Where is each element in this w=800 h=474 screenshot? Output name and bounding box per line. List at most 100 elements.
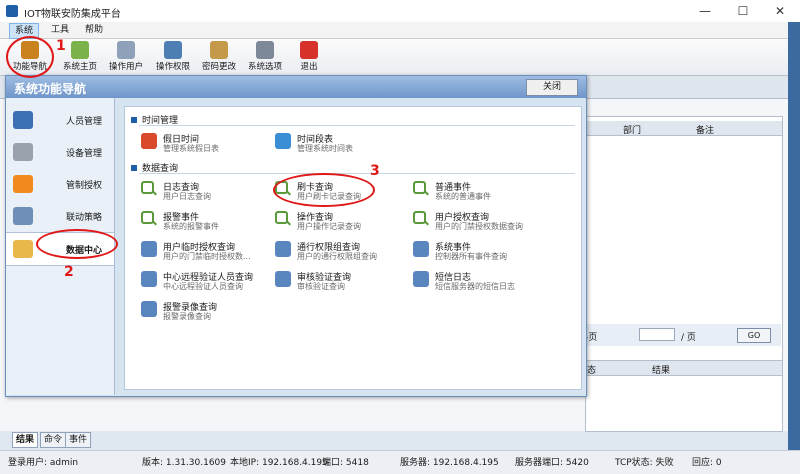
tools-icon <box>256 41 274 59</box>
status-server: 服务器: 192.168.4.195 <box>400 458 499 468</box>
annotation-circle-3 <box>273 173 375 207</box>
permission-label: 操作权限 <box>155 62 190 72</box>
query-item[interactable]: 短信日志 短信服务器的短信日志 <box>413 269 548 295</box>
toolbar: 功能导航 系统主页 操作用户 操作权限 密码更改 系统选项 退出 <box>0 39 800 76</box>
query-item[interactable]: 时间段表 管理系统时间表 <box>275 131 410 157</box>
grid-icon <box>413 271 429 287</box>
clock-icon <box>275 133 291 149</box>
column-department: 部门 <box>623 126 642 136</box>
query-item-desc: 系统的普通事件 <box>435 192 491 201</box>
query-item[interactable]: 系统事件 控制器所有事件查询 <box>413 239 548 265</box>
exit-label: 退出 <box>300 62 318 72</box>
query-item[interactable]: 报警录像查询 报警录像查询 <box>141 299 276 325</box>
window-title: IOT物联安防集成平台 <box>24 9 121 20</box>
query-item[interactable]: 日志查询 用户日志查询 <box>141 179 276 205</box>
query-item-desc: 中心远程验证人员查询 <box>163 282 243 291</box>
column-remark: 备注 <box>696 126 715 136</box>
lock-icon <box>13 175 33 193</box>
operator-button[interactable]: 操作用户 <box>103 41 149 75</box>
status-tcp: TCP状态: 失败 <box>615 458 674 468</box>
grid-icon <box>275 241 291 257</box>
change-password-button[interactable]: 密码更改 <box>196 41 242 75</box>
key-icon <box>210 41 228 59</box>
grid-icon <box>141 271 157 287</box>
query-item-desc: 审核验证查询 <box>297 282 345 291</box>
magnifier-icon <box>141 181 154 194</box>
query-item[interactable]: 操作查询 用户操作记录查询 <box>275 209 410 235</box>
app-icon <box>6 5 18 17</box>
section-marker-icon <box>131 117 137 123</box>
nav-item-device[interactable]: 设备管理 <box>6 136 114 168</box>
status-echo: 回应: 0 <box>692 458 722 468</box>
annotation-number-2: 2 <box>64 264 74 280</box>
query-item-desc: 控制器所有事件查询 <box>435 252 507 261</box>
query-item-desc: 报警录像查询 <box>163 312 211 321</box>
grid-icon <box>275 271 291 287</box>
nav-item-label: 设备管理 <box>66 149 103 159</box>
query-item[interactable]: 通行权限组查询 用户的通行权限组查询 <box>275 239 410 265</box>
status-user: 登录用户: admin <box>8 458 79 468</box>
query-item[interactable]: 普通事件 系统的普通事件 <box>413 179 548 205</box>
folder-search-icon <box>13 240 33 258</box>
annotation-circle-2 <box>36 229 118 259</box>
computer-icon <box>164 41 182 59</box>
query-item[interactable]: 用户临时授权查询 用户的门禁临时授权数... <box>141 239 276 265</box>
operator-label: 操作用户 <box>108 62 143 72</box>
section-marker-icon <box>131 165 137 171</box>
menu-help[interactable]: 帮助 <box>80 23 108 37</box>
annotation-circle-1 <box>6 36 54 78</box>
menu-bar: 系统 工具 帮助 <box>0 22 800 39</box>
column-result: 结果 <box>652 366 671 376</box>
record-table-header: 部门 备注 <box>586 121 782 136</box>
menu-tools[interactable]: 工具 <box>46 23 74 37</box>
go-button[interactable]: GO <box>737 328 771 343</box>
page-input[interactable] <box>639 328 675 341</box>
power-icon <box>300 41 318 59</box>
dialog-close-button[interactable]: 关闭 <box>526 79 578 96</box>
nav-item-label: 管制授权 <box>66 181 103 191</box>
maximize-button[interactable]: ☐ <box>726 0 760 22</box>
query-item-desc: 短信服务器的短信日志 <box>435 282 515 291</box>
annotation-number-1: 1 <box>56 38 66 54</box>
section-divider <box>139 125 575 126</box>
status-port: 端口: 5418 <box>322 458 369 468</box>
status-local-ip: 本地IP: 192.168.4.195 <box>230 458 328 468</box>
tab-result[interactable]: 结果 <box>12 432 39 448</box>
query-item[interactable]: 中心远程验证人员查询 中心远程验证人员查询 <box>141 269 276 295</box>
magnifier-icon <box>275 211 288 224</box>
annotation-number-3: 3 <box>370 163 380 179</box>
system-options-button[interactable]: 系统选项 <box>242 41 288 75</box>
nav-item-label: 联动策略 <box>66 213 103 223</box>
query-item[interactable]: 假日时间 管理系统假日表 <box>141 131 276 157</box>
result-table: 状态 结果 <box>578 360 783 432</box>
grid-icon <box>141 301 157 317</box>
nav-item-label: 人员管理 <box>66 117 103 127</box>
query-item[interactable]: 用户授权查询 用户的门禁授权数据查询 <box>413 209 548 235</box>
nav-item-linkage[interactable]: 联动策略 <box>6 200 114 232</box>
title-bar: IOT物联安防集成平台 — ☐ ✕ <box>0 0 800 23</box>
nav-item-personnel[interactable]: 人员管理 <box>6 104 114 136</box>
query-item-desc: 用户日志查询 <box>163 192 211 201</box>
tab-command[interactable]: 命令 <box>40 432 67 448</box>
dialog-title-bar: 系统功能导航 关闭 <box>6 76 586 98</box>
query-item-desc: 用户操作记录查询 <box>297 222 361 231</box>
grid-icon <box>141 241 157 257</box>
tab-event[interactable]: 事件 <box>65 432 92 448</box>
device-icon <box>13 143 33 161</box>
magnifier-icon <box>413 211 426 224</box>
minimize-button[interactable]: — <box>688 0 722 22</box>
close-window-button[interactable]: ✕ <box>763 0 797 22</box>
permission-button[interactable]: 操作权限 <box>150 41 196 75</box>
grid-icon <box>413 241 429 257</box>
change-password-label: 密码更改 <box>201 62 236 72</box>
bottom-tabs: 结果 命令 事件 <box>8 432 788 448</box>
query-item[interactable]: 审核验证查询 审核验证查询 <box>275 269 410 295</box>
dialog-title: 系统功能导航 <box>14 82 87 96</box>
nav-item-access-control[interactable]: 管制授权 <box>6 168 114 200</box>
exit-button[interactable]: 退出 <box>286 41 332 75</box>
system-home-label: 系统主页 <box>62 62 97 72</box>
query-item-desc: 用户的门禁授权数据查询 <box>435 222 523 231</box>
query-item[interactable]: 报警事件 系统的报警事件 <box>141 209 276 235</box>
pager: -页 / 页 GO <box>585 324 781 346</box>
calendar-icon <box>141 133 157 149</box>
